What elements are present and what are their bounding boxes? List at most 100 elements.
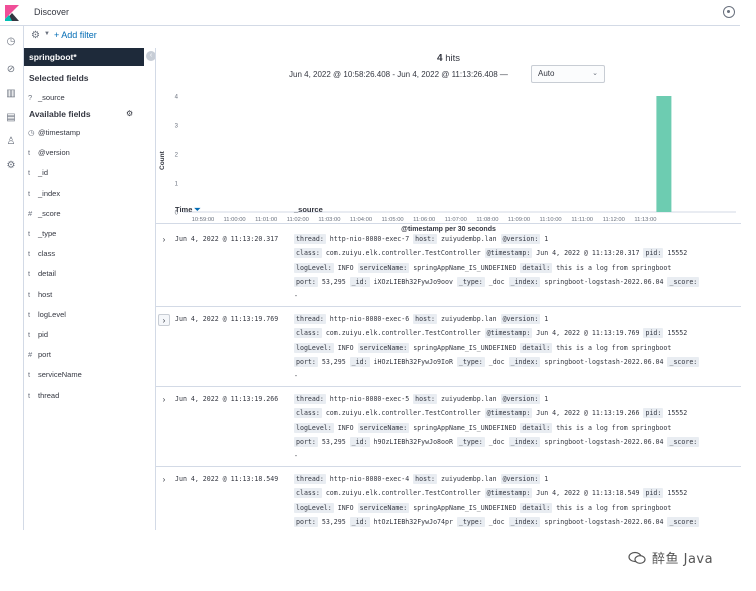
expand-row-icon[interactable]: ›	[158, 474, 170, 486]
expand-row-icon[interactable]: ›	[158, 314, 170, 326]
field-item[interactable]: # _score	[28, 209, 61, 221]
field-item[interactable]: # port	[28, 350, 51, 362]
field-value: this is a log from springboot	[556, 503, 672, 512]
table-row[interactable]: › Jun 4, 2022 @ 11:13:20.317 thread: http-…	[156, 227, 741, 307]
field-value: h9OzLIEBh32FywJo8ooR	[373, 437, 453, 446]
chevron-down-icon[interactable]: ▼	[44, 31, 50, 37]
field-item[interactable]: t _index	[28, 189, 60, 201]
field-key: _index:	[508, 276, 541, 287]
time-column-header[interactable]: Time ⏷	[175, 205, 200, 215]
index-pattern-selector[interactable]: springboot*	[24, 48, 144, 66]
field-value: iHOzLIEBh32FywJo9IoR	[373, 357, 453, 366]
field-item[interactable]: t detail	[28, 269, 56, 281]
visualize-chart-icon[interactable]: ▥	[5, 88, 17, 100]
timelion-icon[interactable]: ♙	[5, 136, 17, 148]
field-key: thread:	[294, 394, 326, 404]
field-key: port:	[294, 276, 318, 287]
field-key: _score:	[667, 356, 700, 367]
field-value: INFO	[337, 263, 354, 272]
field-item[interactable]: t @version	[28, 148, 70, 160]
field-type-icon: ◷	[28, 128, 35, 137]
field-value: iXOzLIEBh32FywJo9oov	[373, 277, 453, 286]
field-item[interactable]: ? _source	[28, 93, 65, 105]
row-source: thread: http-nio-8080-exec-6 host: zuiyu…	[294, 312, 734, 383]
time-range-text: Jun 4, 2022 @ 10:58:26.408 - Jun 4, 2022…	[289, 70, 508, 79]
field-key: host:	[413, 234, 438, 244]
sort-desc-icon[interactable]: ⏷	[194, 205, 200, 214]
row-timestamp: Jun 4, 2022 @ 11:13:19.266	[175, 395, 279, 403]
field-key: thread:	[294, 314, 326, 324]
field-key: class:	[294, 328, 322, 339]
field-value: 53,295	[321, 277, 346, 286]
field-item[interactable]: t _type	[28, 229, 56, 241]
field-value: 1	[544, 395, 549, 403]
histogram-bar[interactable]	[656, 96, 672, 212]
field-value: this is a log from springboot	[556, 423, 672, 432]
field-key: pid:	[643, 328, 664, 339]
y-axis-label: Count	[159, 151, 166, 170]
field-key: @timestamp:	[484, 408, 533, 419]
field-value: _doc	[488, 277, 505, 286]
histogram-chart: 0 1 2 3 4 10:59:00 11:00:00 11:01:00 11:02:00 11:…	[156, 88, 741, 243]
field-item[interactable]: t host	[28, 290, 52, 302]
field-key: host:	[413, 314, 438, 324]
histogram-svg: 0123410:59:00 11:00:00 11:01:00 11:02:00 11:…	[175, 95, 736, 223]
watermark: 醉鱼 Java	[628, 548, 713, 567]
field-settings-gear-icon[interactable]: ⚙	[126, 109, 133, 118]
top-header: Discover	[0, 0, 740, 26]
interval-select[interactable]: Auto ⌄	[531, 65, 605, 83]
hits-count: 4	[437, 53, 443, 64]
field-item[interactable]: ◷ @timestamp	[28, 128, 80, 140]
field-key: _type:	[456, 516, 485, 527]
field-key: @version:	[500, 314, 541, 324]
field-item[interactable]: t pid	[28, 330, 48, 342]
expand-row-icon[interactable]: ›	[158, 394, 170, 406]
y-tick-label: 3	[175, 124, 179, 130]
help-icon[interactable]	[723, 6, 735, 18]
field-key: detail:	[520, 262, 553, 273]
field-key: detail:	[520, 422, 553, 433]
field-item[interactable]: t _id	[28, 168, 48, 180]
field-type-icon: t	[28, 168, 31, 178]
discover-compass-icon[interactable]: ⊘	[5, 64, 17, 76]
table-row[interactable]: › Jun 4, 2022 @ 11:13:19.266 thread: http-…	[156, 387, 741, 467]
kibana-logo-icon[interactable]	[3, 4, 21, 22]
field-value: http-nio-8080-exec-5	[329, 395, 410, 403]
dashboard-icon[interactable]: ▤	[5, 112, 17, 124]
field-key: class:	[294, 488, 322, 499]
field-value: 53,295	[321, 357, 346, 366]
field-value: com.zuiyu.elk.controller.TestController	[325, 489, 481, 498]
field-item[interactable]: t serviceName	[28, 370, 82, 382]
row-source: thread: http-nio-8080-exec-7 host: zuiyu…	[294, 232, 734, 303]
field-value: springAppName_IS_UNDEFINED	[413, 423, 517, 432]
field-sidebar: springboot* ‹ Selected fields ? _source A…	[24, 48, 156, 530]
field-key: _score:	[667, 436, 700, 447]
add-filter-link[interactable]: + Add filter	[54, 30, 97, 40]
field-key: @version:	[500, 234, 541, 244]
recent-icon[interactable]: ◷	[5, 36, 17, 48]
table-row[interactable]: › Jun 4, 2022 @ 11:13:18.549 thread: http-…	[156, 467, 741, 529]
field-value: springAppName_IS_UNDEFINED	[413, 503, 517, 512]
management-gear-icon[interactable]: ⚙	[5, 160, 17, 172]
field-key: serviceName:	[357, 502, 410, 513]
field-key: _type:	[456, 356, 485, 367]
field-key: _id:	[349, 276, 370, 287]
field-key: detail:	[520, 502, 553, 513]
field-key: _index:	[508, 516, 541, 527]
field-value: 1	[544, 235, 549, 243]
hits-counter: 4 hits	[156, 53, 741, 64]
expand-row-icon[interactable]: ›	[158, 234, 170, 246]
field-value: INFO	[337, 423, 354, 432]
y-tick-label: 2	[175, 153, 179, 159]
filter-bar: ⚙ ▼ + Add filter	[24, 26, 740, 46]
field-name: pid	[38, 330, 49, 339]
wechat-icon	[628, 551, 646, 564]
field-item[interactable]: t class	[28, 249, 55, 261]
field-value: com.zuiyu.elk.controller.TestController	[325, 329, 481, 338]
field-value: springboot-logstash-2022.06.04	[544, 357, 664, 366]
field-item[interactable]: t logLevel	[28, 310, 66, 322]
table-row[interactable]: › Jun 4, 2022 @ 11:13:19.769 thread: http-…	[156, 307, 741, 387]
field-item[interactable]: t thread	[28, 391, 59, 403]
field-type-icon: t	[28, 148, 31, 158]
filter-options-gear-icon[interactable]: ⚙	[31, 30, 40, 41]
